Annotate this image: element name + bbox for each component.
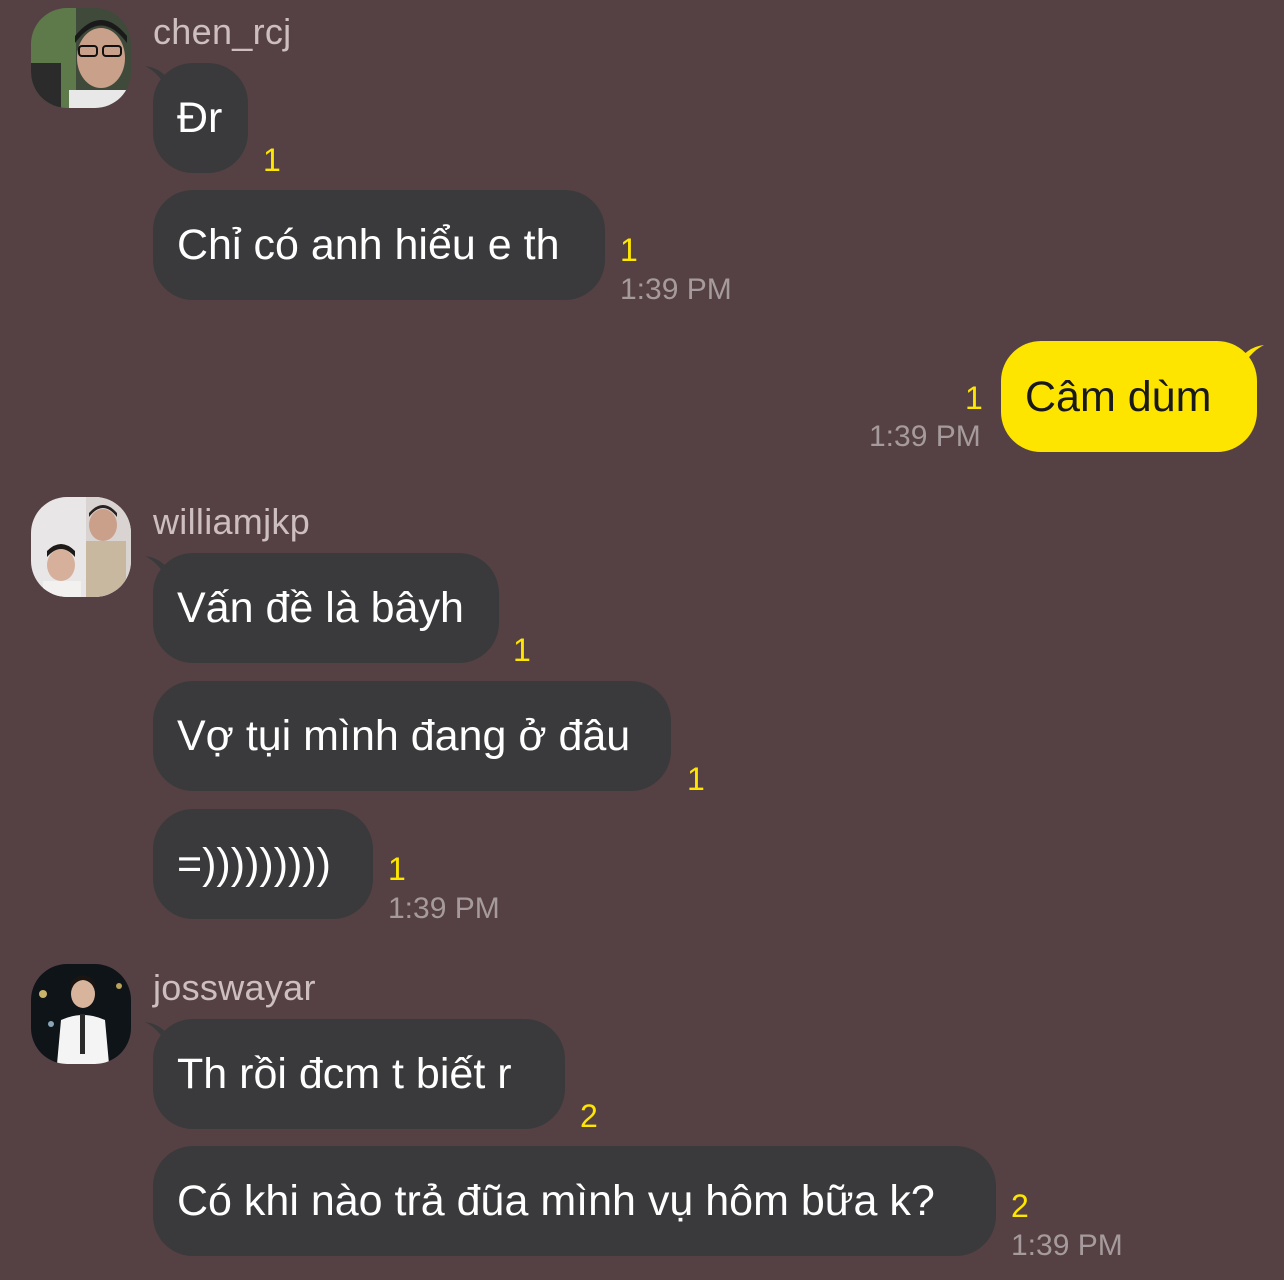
unread-count: 1 xyxy=(965,380,983,416)
user-photo-icon xyxy=(31,8,131,108)
message-bubble[interactable]: Chỉ có anh hiểu e th xyxy=(153,190,605,300)
message-timestamp: 1:39 PM xyxy=(388,892,500,925)
unread-count: 1 xyxy=(263,142,281,178)
message-text: Vấn đề là bâyh xyxy=(177,584,464,632)
message-bubble[interactable]: Vợ tụi mình đang ở đâu xyxy=(153,681,671,791)
unread-count: 1 xyxy=(620,232,638,268)
message-text: =))))))))) xyxy=(177,840,331,888)
message-bubble[interactable]: Vấn đề là bâyh xyxy=(153,553,499,663)
message-timestamp: 1:39 PM xyxy=(869,420,981,453)
unread-count: 1 xyxy=(513,632,531,668)
message-bubble[interactable]: Th rồi đcm t biết r xyxy=(153,1019,565,1129)
message-timestamp: 1:39 PM xyxy=(1011,1229,1123,1262)
message-text: Có khi nào trả đũa mình vụ hôm bữa k? xyxy=(177,1177,935,1225)
bubble-tail xyxy=(1236,345,1264,373)
message-bubble[interactable]: Đr xyxy=(153,63,248,173)
message-text: Chỉ có anh hiểu e th xyxy=(177,221,560,269)
sender-name: williamjkp xyxy=(153,501,311,542)
avatar-josswayar[interactable] xyxy=(31,964,131,1064)
sender-name: chen_rcj xyxy=(153,11,292,52)
message-bubble[interactable]: Có khi nào trả đũa mình vụ hôm bữa k? xyxy=(153,1146,996,1256)
unread-count: 2 xyxy=(1011,1188,1029,1224)
message-text: Th rồi đcm t biết r xyxy=(177,1050,512,1098)
message-text: Đr xyxy=(177,94,223,142)
my-message-bubble[interactable]: Câm dùm xyxy=(1001,341,1257,452)
unread-count: 1 xyxy=(687,761,705,797)
sender-name: josswayar xyxy=(153,967,316,1008)
message-bubble[interactable]: =))))))))) xyxy=(153,809,373,919)
message-text: Câm dùm xyxy=(1025,372,1212,421)
avatar-chen-rcj[interactable] xyxy=(31,8,131,108)
user-photo-icon xyxy=(31,964,131,1064)
message-text: Vợ tụi mình đang ở đâu xyxy=(177,712,631,760)
unread-count: 1 xyxy=(388,851,406,887)
user-photo-icon xyxy=(31,497,131,597)
message-timestamp: 1:39 PM xyxy=(620,273,732,306)
unread-count: 2 xyxy=(580,1098,598,1134)
avatar-williamjkp[interactable] xyxy=(31,497,131,597)
